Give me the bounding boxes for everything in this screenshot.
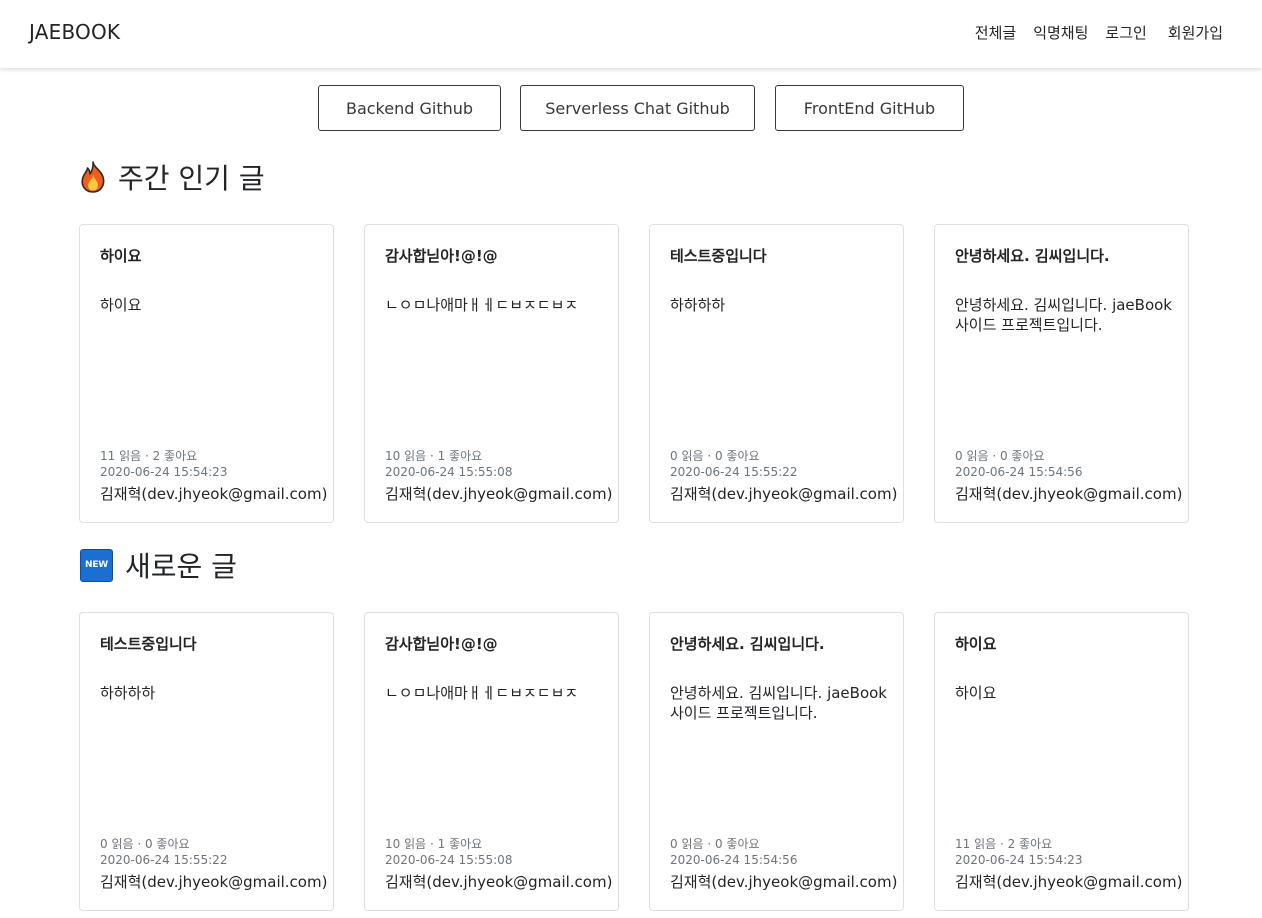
post-author: 김재혁(dev.jhyeok@gmail.com) — [955, 873, 1183, 891]
post-title: 감사합닏아!@!@ — [385, 635, 498, 653]
section-title-weekly-popular: 주간 인기 글 — [80, 159, 265, 195]
post-date: 2020-06-24 15:55:22 — [100, 853, 228, 867]
post-author: 김재혁(dev.jhyeok@gmail.com) — [385, 485, 613, 503]
fire-icon — [81, 161, 105, 193]
post-card[interactable]: 테스트중입니다 하하하하 0 읽음 · 0 좋아요 2020-06-24 15:… — [79, 612, 334, 911]
nav-link-signup[interactable]: 회원가입 — [1168, 22, 1223, 43]
post-card[interactable]: 감사합닏아!@!@ ㄴㅇㅁ나애마ㅐㅔㄷㅂㅈㄷㅂㅈ 10 읽음 · 1 좋아요 2… — [364, 224, 619, 523]
post-date: 2020-06-24 15:54:56 — [670, 853, 798, 867]
post-date: 2020-06-24 15:54:23 — [100, 465, 228, 479]
post-card[interactable]: 안녕하세요. 김씨입니다. 안녕하세요. 김씨입니다. jaeBook 사이드 … — [649, 612, 904, 911]
post-title: 테스트중입니다 — [100, 635, 197, 653]
post-card[interactable]: 하이요 하이요 11 읽음 · 2 좋아요 2020-06-24 15:54:2… — [934, 612, 1189, 911]
post-author: 김재혁(dev.jhyeok@gmail.com) — [670, 485, 898, 503]
section-title-label: 주간 인기 글 — [118, 162, 265, 195]
serverless-chat-github-button[interactable]: Serverless Chat Github — [520, 85, 755, 131]
post-title: 하이요 — [100, 247, 142, 265]
brand-logo[interactable]: JAEBOOK — [29, 20, 120, 44]
post-date: 2020-06-24 15:54:23 — [955, 853, 1083, 867]
post-excerpt: ㄴㅇㅁ나애마ㅐㅔㄷㅂㅈㄷㅂㅈ — [385, 684, 579, 702]
post-excerpt: 하이요 — [955, 684, 997, 702]
nav-link-anonymous-chat[interactable]: 익명채팅 — [1033, 22, 1088, 43]
section-title-new-posts: NEW 새로운 글 — [80, 547, 237, 583]
post-author: 김재혁(dev.jhyeok@gmail.com) — [670, 873, 898, 891]
post-author: 김재혁(dev.jhyeok@gmail.com) — [385, 873, 613, 891]
post-author: 김재혁(dev.jhyeok@gmail.com) — [955, 485, 1183, 503]
post-author: 김재혁(dev.jhyeok@gmail.com) — [100, 485, 328, 503]
new-icon: NEW — [80, 548, 113, 582]
post-card[interactable]: 하이요 하이요 11 읽음 · 2 좋아요 2020-06-24 15:54:2… — [79, 224, 334, 523]
post-title: 테스트중입니다 — [670, 247, 767, 265]
post-author: 김재혁(dev.jhyeok@gmail.com) — [100, 873, 328, 891]
nav-link-all-posts[interactable]: 전체글 — [975, 22, 1016, 43]
post-title: 감사합닏아!@!@ — [385, 247, 498, 265]
post-stats: 0 읽음 · 0 좋아요 — [955, 449, 1045, 463]
backend-github-button[interactable]: Backend Github — [318, 85, 501, 131]
navbar: JAEBOOK 전체글 익명채팅 로그인 회원가입 — [0, 0, 1262, 68]
post-stats: 0 읽음 · 0 좋아요 — [670, 449, 760, 463]
post-excerpt: 하이요 — [100, 296, 142, 314]
post-date: 2020-06-24 15:55:08 — [385, 465, 513, 479]
post-date: 2020-06-24 15:54:56 — [955, 465, 1083, 479]
post-card[interactable]: 테스트중입니다 하하하하 0 읽음 · 0 좋아요 2020-06-24 15:… — [649, 224, 904, 523]
post-stats: 10 읽음 · 1 좋아요 — [385, 449, 483, 463]
post-stats: 0 읽음 · 0 좋아요 — [670, 837, 760, 851]
post-excerpt: 안녕하세요. 김씨입니다. jaeBook 사이드 프로젝트입니다. — [955, 296, 1172, 334]
post-excerpt: ㄴㅇㅁ나애마ㅐㅔㄷㅂㅈㄷㅂㅈ — [385, 296, 579, 314]
post-excerpt: 하하하하 — [670, 296, 726, 314]
post-stats: 11 읽음 · 2 좋아요 — [100, 449, 198, 463]
post-card[interactable]: 안녕하세요. 김씨입니다. 안녕하세요. 김씨입니다. jaeBook 사이드 … — [934, 224, 1189, 523]
post-stats: 11 읽음 · 2 좋아요 — [955, 837, 1053, 851]
post-stats: 10 읽음 · 1 좋아요 — [385, 837, 483, 851]
post-title: 하이요 — [955, 635, 997, 653]
section-title-label: 새로운 글 — [125, 550, 237, 583]
post-card[interactable]: 감사합닏아!@!@ ㄴㅇㅁ나애마ㅐㅔㄷㅂㅈㄷㅂㅈ 10 읽음 · 1 좋아요 2… — [364, 612, 619, 911]
nav-link-login[interactable]: 로그인 — [1105, 22, 1146, 43]
post-title: 안녕하세요. 김씨입니다. — [955, 247, 1110, 265]
post-date: 2020-06-24 15:55:22 — [670, 465, 798, 479]
post-stats: 0 읽음 · 0 좋아요 — [100, 837, 190, 851]
post-title: 안녕하세요. 김씨입니다. — [670, 635, 825, 653]
github-button-row: Backend Github Serverless Chat Github Fr… — [0, 85, 1262, 131]
frontend-github-button[interactable]: FrontEnd GitHub — [775, 85, 964, 131]
post-excerpt: 안녕하세요. 김씨입니다. jaeBook 사이드 프로젝트입니다. — [670, 684, 887, 722]
nav-links: 전체글 익명채팅 로그인 회원가입 — [975, 22, 1223, 43]
post-excerpt: 하하하하 — [100, 684, 156, 702]
post-date: 2020-06-24 15:55:08 — [385, 853, 513, 867]
